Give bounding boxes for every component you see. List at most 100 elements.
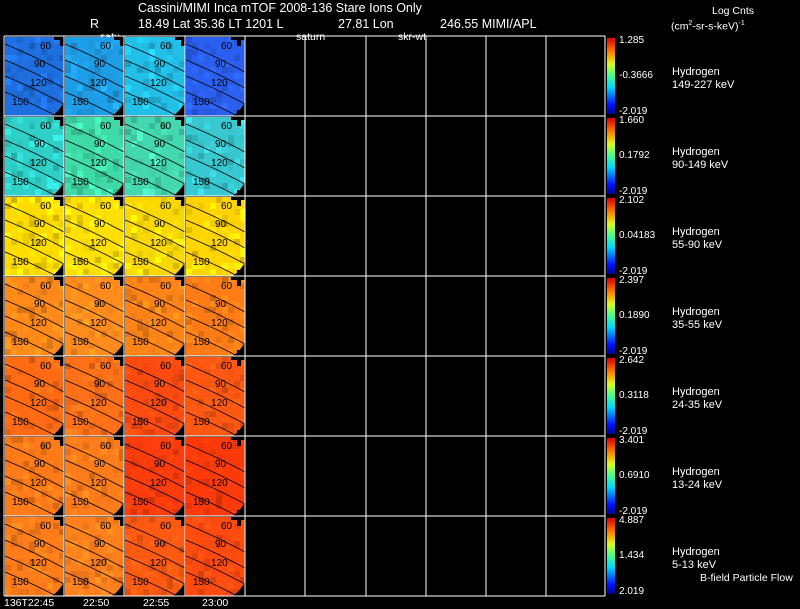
pixel [131, 165, 137, 171]
contour-label: 60 [160, 441, 172, 452]
pixel [240, 375, 245, 381]
pixel [23, 283, 29, 289]
colorbar-mid-label: -0.3666 [619, 70, 653, 81]
pixel [53, 523, 59, 529]
pixel [29, 449, 35, 455]
contour-label: 150 [72, 337, 89, 348]
pixel [210, 363, 216, 369]
contour-label: 120 [90, 238, 107, 249]
pixel [125, 85, 131, 91]
pixel [113, 369, 119, 375]
pixel [204, 283, 210, 289]
pixel [228, 165, 234, 171]
pixel [228, 135, 234, 141]
pixel [77, 283, 83, 289]
pixel [240, 251, 245, 257]
colorbar-max-label: 1.660 [619, 115, 645, 126]
pixel [5, 485, 11, 491]
pixel [17, 197, 23, 203]
pixel [173, 485, 179, 491]
contour-label: 90 [215, 539, 227, 550]
pixel [5, 337, 11, 343]
pixel [5, 417, 11, 423]
pixel [71, 73, 77, 79]
direction-marker [237, 110, 241, 126]
pixel [71, 473, 77, 479]
pixel [167, 135, 173, 141]
pixel [83, 153, 89, 159]
pixel [77, 405, 83, 411]
pixel [47, 583, 53, 589]
pixel [101, 577, 107, 583]
contour-label: 60 [160, 521, 172, 532]
contour-label: 90 [215, 59, 227, 70]
pixel [35, 589, 41, 595]
pixel [173, 405, 179, 411]
pixel [210, 411, 216, 417]
contour-label: 120 [30, 478, 47, 489]
pixel [53, 553, 59, 559]
pixel [113, 571, 119, 577]
pixel [161, 257, 167, 263]
pixel [47, 423, 53, 429]
pixel [71, 129, 77, 135]
pixel [186, 269, 192, 275]
pixel [89, 269, 95, 275]
contour-label: 150 [12, 177, 29, 188]
pixel [77, 429, 83, 435]
pixel [179, 405, 185, 411]
pixel [35, 189, 41, 195]
pixel [29, 197, 35, 203]
contour-label: 120 [211, 78, 228, 89]
pixel [143, 313, 149, 319]
pixel [204, 55, 210, 61]
pixel [186, 109, 192, 115]
pixel [186, 337, 192, 343]
pixel [95, 257, 101, 263]
pixel [143, 61, 149, 67]
pixel [71, 349, 77, 355]
pixel [161, 189, 167, 195]
pixel [65, 109, 71, 115]
colorbar-mid-label: 0.3118 [619, 390, 649, 401]
colorbar-5 [607, 438, 615, 514]
pixel [77, 85, 83, 91]
contour-label: 150 [193, 497, 210, 508]
pixel [186, 529, 192, 535]
contour-label: 60 [160, 121, 172, 132]
pixel [143, 43, 149, 49]
direction-marker [181, 30, 185, 46]
pixel [173, 473, 179, 479]
pixel [173, 245, 179, 251]
pixel [198, 509, 204, 515]
pixel [65, 479, 71, 485]
pixel [83, 429, 89, 435]
contour-label: 150 [132, 97, 149, 108]
direction-marker [60, 190, 64, 206]
pixel [29, 277, 35, 283]
pixel [240, 553, 245, 559]
contour-label: 90 [34, 59, 46, 70]
pixel [83, 553, 89, 559]
pixel [17, 153, 23, 159]
contour-label: 60 [40, 361, 52, 372]
pixel [11, 55, 17, 61]
pixel [228, 67, 234, 73]
pixel [65, 529, 71, 535]
pixel [23, 553, 29, 559]
pixel [222, 423, 228, 429]
direction-marker [237, 430, 241, 446]
pixel [149, 189, 155, 195]
pixel [41, 257, 47, 263]
pixel [234, 91, 240, 97]
pixel [71, 455, 77, 461]
pixel [113, 295, 119, 301]
pixel [119, 399, 124, 405]
pixel [83, 443, 89, 449]
pixel [107, 325, 113, 331]
pixel [77, 319, 83, 325]
pixel [179, 571, 185, 577]
time-label-1: 136T22:45 [4, 597, 55, 609]
pixel [77, 485, 83, 491]
contour-label: 150 [72, 177, 89, 188]
